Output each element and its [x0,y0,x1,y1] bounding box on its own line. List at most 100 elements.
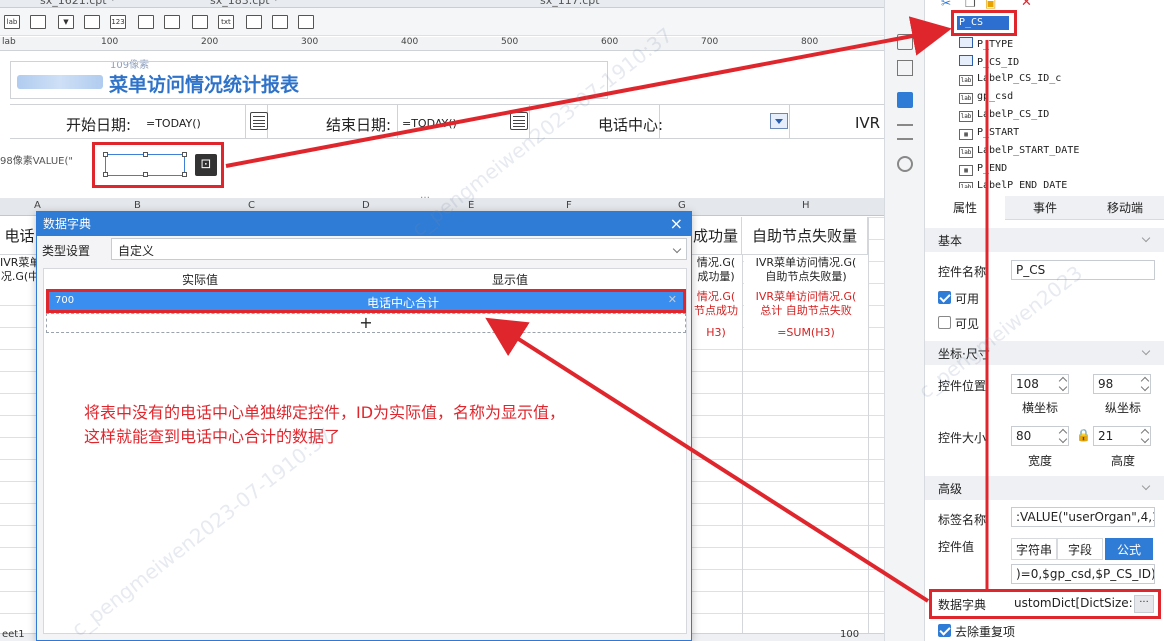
link-icon[interactable] [897,156,913,172]
radio-group-icon[interactable] [138,15,154,29]
data-cell[interactable]: H3) [690,326,742,342]
password-widget-icon[interactable] [246,15,262,29]
section-coordinates[interactable]: 坐标·尺寸 [925,341,1164,365]
delete-row-icon[interactable]: ✕ [668,293,677,306]
tree-item[interactable]: P_TYPE [959,37,1013,53]
data-cell[interactable]: =SUM(H3) [744,326,868,342]
column-header[interactable]: B [134,200,141,211]
dropdown-widget-icon[interactable]: ▼ [58,15,74,29]
resize-handle[interactable] [103,152,108,157]
header-cell[interactable]: 成功量 [690,217,742,255]
tree-item[interactable]: lab LabelP_START_DATE [959,145,1079,161]
text-widget-icon[interactable] [30,15,46,29]
calendar-icon[interactable] [250,112,268,130]
spinner-icon[interactable] [1058,374,1068,394]
column-header[interactable]: G [678,200,686,211]
file-tab[interactable]: sx_117.cpt [540,0,600,7]
tree-widget-icon[interactable] [192,15,208,29]
report-title-box[interactable]: 菜单访问情况统计报表 [10,61,608,99]
tree-item-label: LabelP_END_DATE [977,180,1068,188]
resize-handle[interactable] [103,172,108,177]
spinner-icon[interactable] [1058,426,1068,446]
dialog-title-bar[interactable]: 数据字典 × [37,212,691,236]
column-header[interactable]: H [802,200,810,211]
tree-item[interactable]: lab LabelP_CS_ID [959,109,1049,125]
label-widget-icon[interactable]: lab [4,15,20,29]
checkbox-group-icon[interactable] [164,15,180,29]
add-row-button[interactable]: + [46,313,686,333]
widget-name-input[interactable]: P_CS [1011,260,1155,280]
seg-string[interactable]: 字符串 [1011,538,1057,560]
delete-icon[interactable]: ✕ [1021,0,1032,10]
calendar-icon: ▦ [959,129,973,140]
spinner-icon[interactable] [1140,374,1150,394]
enabled-checkbox[interactable] [938,291,951,304]
button-widget-icon[interactable] [272,15,288,29]
type-setting-select[interactable]: 自定义 [111,238,687,260]
start-date-field[interactable]: =TODAY() [146,117,201,130]
visible-checkbox[interactable] [938,316,951,329]
more-options-button[interactable]: ··· [1134,595,1154,613]
zoom-value[interactable]: 100 [840,629,859,640]
section-advanced[interactable]: 高级 [925,476,1164,500]
close-icon[interactable]: × [670,212,683,236]
column-header[interactable]: F [566,200,572,211]
column-header[interactable]: C [248,200,255,211]
widget-settings-icon[interactable] [897,92,913,108]
chevron-down-icon[interactable] [770,113,788,129]
row-actual-value[interactable]: 700 [55,295,74,306]
seg-field[interactable]: 字段 [1057,538,1103,560]
paste-icon[interactable]: ▣ [985,0,996,10]
tree-item[interactable]: P_CS_ID [959,55,1019,71]
sheet-tab[interactable]: eet1 [2,629,25,640]
lock-ratio-icon[interactable]: 🔒 [1076,428,1091,442]
tree-item[interactable]: ▦ P_START [959,127,1019,143]
unlock-icon[interactable]: ⊡ [195,154,217,176]
tree-item-selected[interactable]: P_CS [957,16,1009,30]
tree-item[interactable]: lab gp_csd [959,91,1013,107]
dictionary-row[interactable]: 700 电话中心合计 ✕ [46,289,686,313]
file-tab[interactable]: sx_183.cpt * [210,0,279,7]
data-cell[interactable]: IVR菜单访问情况.G( 自助节点失败量) [744,256,868,290]
copy-icon[interactable]: ❐ [965,0,976,10]
file-tab[interactable]: sx_1621.cpt * [40,0,116,7]
spinner-icon[interactable] [1140,426,1150,446]
data-cell[interactable]: IVR菜单 况.G(中 [0,256,40,290]
number-widget-icon[interactable]: 123 [110,15,126,29]
tab-events[interactable]: 事件 [1005,196,1085,220]
resize-handle[interactable] [182,152,187,157]
tree-item[interactable]: lab LabelP_CS_ID_c [959,73,1061,89]
tag-name-input[interactable]: :VALUE("userOrgan",4,1) [1011,507,1155,527]
textarea-widget-icon[interactable]: txt [218,15,234,29]
condition-icon[interactable] [897,124,913,140]
resize-handle[interactable] [143,152,148,157]
row-display-value[interactable]: 电话中心合计 [367,294,439,311]
section-label: 坐标·尺寸 [938,347,990,361]
header-cell[interactable]: 电话 [0,217,40,255]
column-header[interactable]: D [362,200,370,211]
data-cell[interactable]: 情况.G( 成功量) [690,256,742,290]
resize-handle[interactable] [182,172,187,177]
selected-dropdown-widget[interactable] [103,152,187,177]
cell-icon[interactable] [897,34,913,50]
column-header[interactable]: E [468,200,474,211]
header-cell[interactable]: 自助节点失败量 [742,217,868,255]
formula-input[interactable]: )=0,$gp_csd,$P_CS_ID) [1011,564,1155,584]
dedupe-checkbox[interactable] [938,624,951,637]
tab-properties[interactable]: 属性 [925,196,1005,220]
tree-item[interactable]: ▦ P_END [959,163,1007,179]
tree-item[interactable]: lab LabelP_END_DATE [959,180,1067,188]
calendar-icon[interactable] [510,112,528,130]
checkbox-widget-icon[interactable] [84,15,100,29]
resize-handle[interactable] [143,172,148,177]
list-widget-icon[interactable] [298,15,314,29]
data-dictionary-value[interactable]: ustomDict[DictSize:1] [1010,594,1132,614]
column-header[interactable]: A [34,200,41,211]
section-basic[interactable]: 基本 [925,228,1164,252]
data-cell[interactable]: IVR菜单访问情况.G( 总计 自助节点失败 [744,290,868,322]
cut-icon[interactable]: ✂ [941,0,951,10]
tab-mobile[interactable]: 移动端 [1085,196,1164,220]
data-cell[interactable]: 情况.G( 节点成功 [690,290,742,322]
frame-icon[interactable] [897,60,913,76]
seg-formula[interactable]: 公式 [1105,538,1153,560]
